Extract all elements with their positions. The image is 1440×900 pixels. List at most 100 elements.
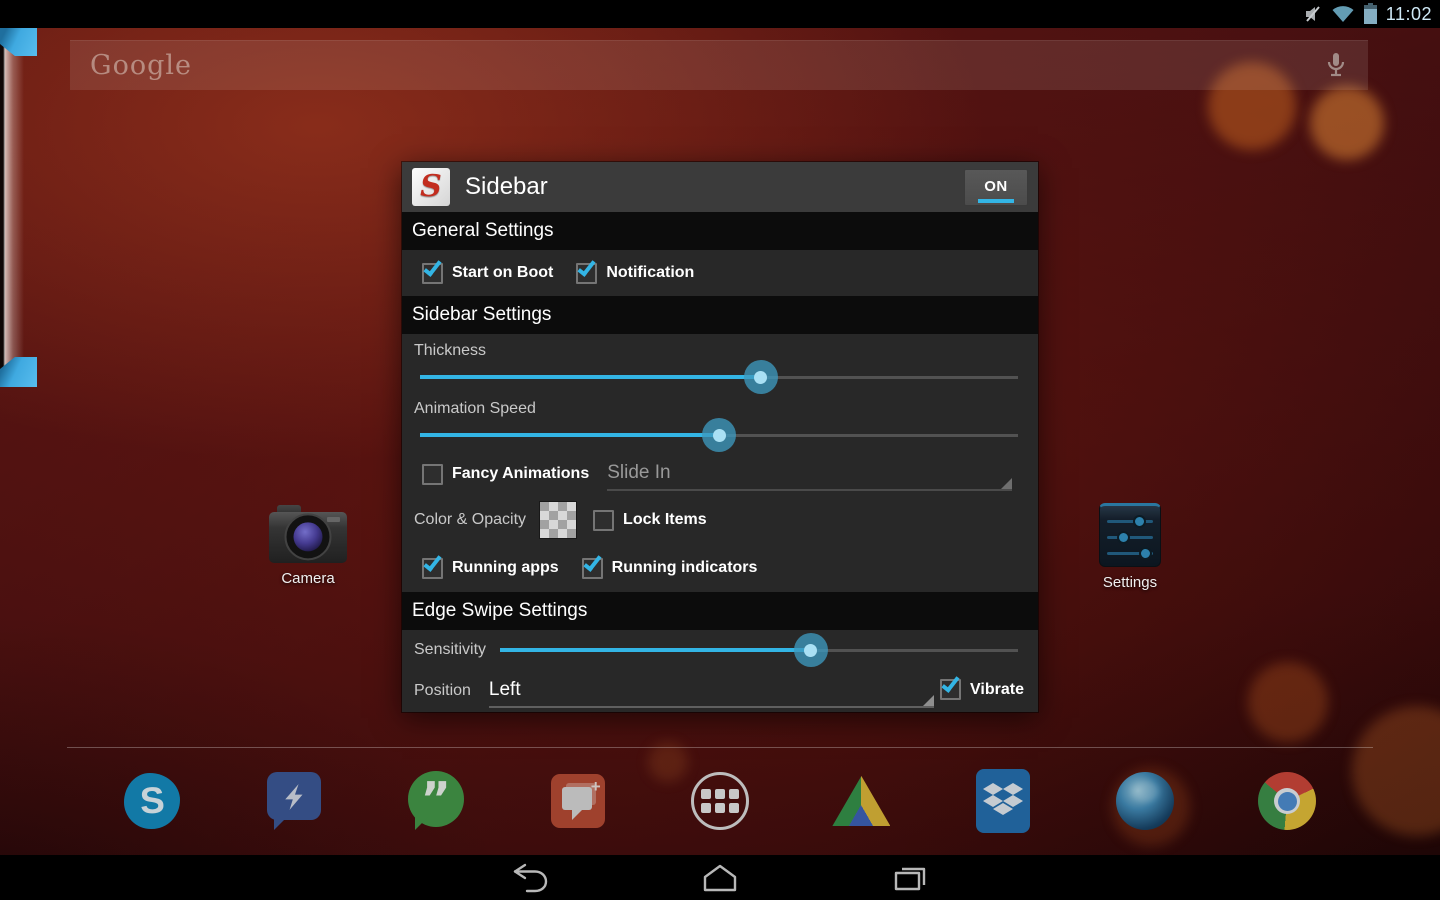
- color-opacity-swatch[interactable]: [540, 502, 576, 538]
- checkbox-running-apps[interactable]: Running apps: [422, 558, 559, 579]
- dock-divider: [67, 747, 1373, 748]
- browser-globe-icon: [1116, 772, 1174, 830]
- sensitivity-slider[interactable]: [500, 633, 1018, 667]
- facebook-messenger-icon: [267, 772, 321, 830]
- toggle-label: ON: [984, 178, 1008, 195]
- checkbox-running-indicators[interactable]: Running indicators: [582, 558, 758, 579]
- checkbox-icon: [422, 263, 443, 284]
- android-home-screen: 11:02 Google Camera: [0, 0, 1440, 900]
- section-title: Sidebar Settings: [412, 304, 551, 326]
- app-drawer-icon: [691, 772, 749, 830]
- back-icon: [508, 862, 552, 894]
- skype-icon: S: [124, 773, 180, 829]
- fancy-animations-row: Fancy Animations Slide In: [402, 452, 1038, 496]
- toggle-accent-bar: [978, 199, 1014, 203]
- checkbox-lock-items[interactable]: Lock Items: [593, 510, 707, 531]
- sidebar-settings-dialog: S Sidebar ON General Settings Start on B…: [402, 162, 1038, 712]
- checkbox-label: Vibrate: [970, 681, 1024, 699]
- dock-app-google-drive[interactable]: [829, 768, 893, 834]
- dialog-header: S Sidebar ON: [402, 162, 1038, 212]
- dock-app-drawer[interactable]: [688, 768, 752, 834]
- checkbox-label: Running indicators: [612, 559, 758, 577]
- thickness-slider[interactable]: [420, 360, 1018, 394]
- hangouts-icon: ”: [408, 771, 464, 831]
- checkbox-label: Fancy Animations: [452, 465, 589, 483]
- section-general-settings: General Settings: [402, 212, 1038, 250]
- checkbox-icon: [582, 558, 603, 579]
- shortcut-label: Camera: [281, 570, 334, 587]
- back-button[interactable]: [506, 861, 554, 895]
- dock-app-facebook-messenger[interactable]: [262, 768, 326, 834]
- bokeh-light: [1310, 86, 1384, 160]
- recents-button[interactable]: [886, 861, 934, 895]
- section-title: General Settings: [412, 220, 554, 242]
- slider-thumb[interactable]: [744, 360, 778, 394]
- checkbox-vibrate[interactable]: Vibrate: [940, 679, 1024, 700]
- checkbox-label: Notification: [606, 264, 694, 282]
- sensitivity-row: Sensitivity: [402, 630, 1038, 670]
- thickness-slider-row: [402, 360, 1038, 394]
- section-title: Edge Swipe Settings: [412, 600, 587, 622]
- sidebar-edge-glow: [4, 34, 24, 379]
- color-opacity-row: Color & Opacity Lock Items: [402, 496, 1038, 544]
- chrome-icon: [1258, 772, 1316, 830]
- dropbox-icon: [976, 769, 1030, 833]
- spinner-value: Slide In: [607, 462, 670, 484]
- animation-speed-label-row: Animation Speed: [402, 394, 1038, 418]
- shortcut-settings[interactable]: Settings: [1075, 503, 1185, 591]
- home-button[interactable]: [696, 861, 744, 895]
- checkbox-fancy-animations[interactable]: Fancy Animations: [422, 464, 589, 485]
- animation-speed-slider[interactable]: [420, 418, 1018, 452]
- checkbox-icon: [422, 464, 443, 485]
- checkbox-notification[interactable]: Notification: [576, 263, 694, 284]
- thickness-label-row: Thickness: [402, 334, 1038, 360]
- position-label: Position: [414, 682, 471, 700]
- dock-app-hangouts[interactable]: ”: [404, 768, 468, 834]
- dock-app-browser-globe[interactable]: [1113, 768, 1177, 834]
- slider-fill: [420, 433, 719, 437]
- checkbox-icon: [422, 558, 443, 579]
- google-drive-icon: [832, 776, 890, 826]
- general-checkbox-row: Start on Boot Notification: [402, 250, 1038, 296]
- dock-app-chrome[interactable]: [1255, 768, 1319, 834]
- microphone-icon[interactable]: [1320, 49, 1352, 81]
- google-search-widget[interactable]: Google: [70, 40, 1368, 90]
- dock-app-google-messenger[interactable]: +: [546, 768, 610, 834]
- recents-icon: [890, 863, 930, 893]
- bokeh-light: [1248, 662, 1328, 742]
- position-row: Position Left Vibrate: [402, 670, 1038, 712]
- dialog-title: Sidebar: [465, 173, 548, 201]
- checkbox-label: Start on Boot: [452, 264, 553, 282]
- running-row: Running apps Running indicators: [402, 544, 1038, 592]
- slider-fill: [420, 375, 761, 379]
- section-edge-swipe-settings: Edge Swipe Settings: [402, 592, 1038, 630]
- wifi-icon: [1331, 5, 1355, 23]
- dock-app-dropbox[interactable]: [971, 768, 1035, 834]
- camera-icon: [269, 505, 347, 563]
- on-off-toggle[interactable]: ON: [964, 169, 1028, 206]
- color-opacity-label: Color & Opacity: [414, 511, 526, 529]
- animation-type-spinner[interactable]: Slide In: [607, 457, 1012, 491]
- dock-app-skype[interactable]: S: [120, 768, 184, 834]
- shortcut-camera[interactable]: Camera: [253, 505, 363, 587]
- home-icon: [700, 863, 740, 893]
- settings-sliders-icon: [1099, 503, 1161, 567]
- checkbox-icon: [576, 263, 597, 284]
- slider-thumb[interactable]: [794, 633, 828, 667]
- navigation-bar: [0, 855, 1440, 900]
- slider-label: Thickness: [414, 342, 486, 360]
- sidebar-app-icon: S: [412, 168, 450, 206]
- section-sidebar-settings: Sidebar Settings: [402, 296, 1038, 334]
- google-messenger-icon: +: [551, 774, 605, 828]
- position-spinner[interactable]: Left: [489, 674, 934, 708]
- animation-speed-slider-row: [402, 418, 1038, 452]
- slider-thumb[interactable]: [702, 418, 736, 452]
- slider-label: Sensitivity: [414, 641, 500, 659]
- shortcut-label: Settings: [1103, 574, 1157, 591]
- checkbox-label: Lock Items: [623, 511, 707, 529]
- checkbox-start-on-boot[interactable]: Start on Boot: [422, 263, 553, 284]
- checkbox-icon: [940, 679, 961, 700]
- google-logo: Google: [70, 50, 192, 81]
- checkbox-icon: [593, 510, 614, 531]
- sidebar-edge-widget: [0, 28, 38, 385]
